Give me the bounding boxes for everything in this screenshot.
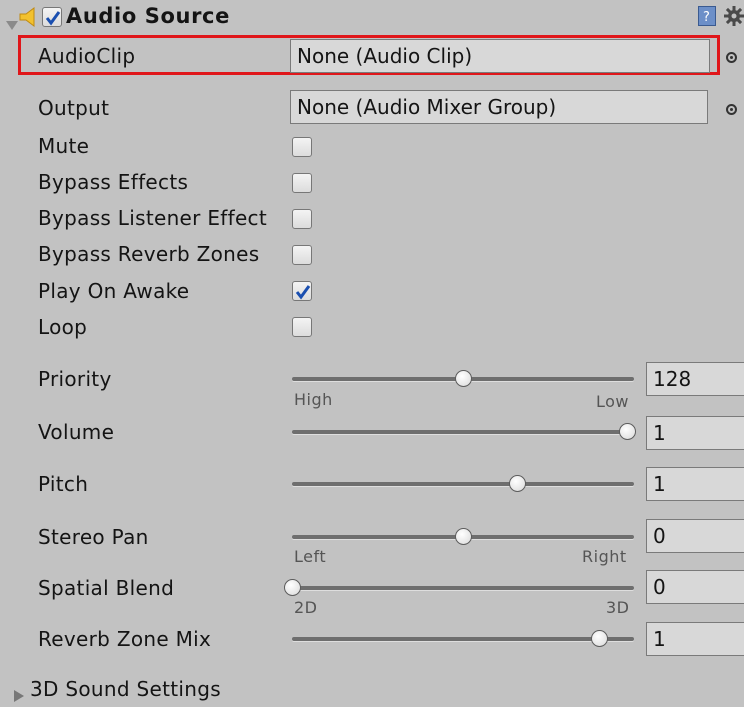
help-icon[interactable]: ? xyxy=(698,6,716,31)
output-field[interactable]: None (Audio Mixer Group) xyxy=(290,90,708,124)
audio-clip-label: AudioClip xyxy=(38,44,136,68)
reverb-zone-mix-slider-track[interactable] xyxy=(292,637,634,641)
stereo-pan-label: Stereo Pan xyxy=(38,525,149,549)
spatial-blend-max-label: 3D xyxy=(606,598,630,617)
bypass-listener-effects-label: Bypass Listener Effect xyxy=(38,206,267,230)
pitch-label: Pitch xyxy=(38,472,89,496)
stereo-pan-min-label: Left xyxy=(294,547,327,566)
play-on-awake-checkbox[interactable] xyxy=(292,281,312,301)
priority-max-label: Low xyxy=(596,392,630,411)
loop-label: Loop xyxy=(38,315,88,339)
bypass-reverb-zones-label: Bypass Reverb Zones xyxy=(38,242,260,266)
bypass-reverb-zones-checkbox[interactable] xyxy=(292,245,312,265)
bypass-effects-label: Bypass Effects xyxy=(38,170,189,194)
audio-clip-picker-icon[interactable] xyxy=(726,52,737,63)
mute-checkbox[interactable] xyxy=(292,137,312,157)
output-picker-icon[interactable] xyxy=(726,104,737,115)
spatial-blend-value-field[interactable]: 0 xyxy=(646,570,744,604)
svg-text:?: ? xyxy=(703,10,710,25)
3d-sound-settings-foldout[interactable]: 3D Sound Settings xyxy=(30,677,221,701)
pitch-slider-track[interactable] xyxy=(292,482,634,486)
bypass-listener-effects-checkbox[interactable] xyxy=(292,209,312,229)
volume-value-field[interactable]: 1 xyxy=(646,416,744,450)
spatial-blend-slider-track[interactable] xyxy=(292,586,634,590)
gear-icon[interactable] xyxy=(724,6,744,31)
priority-min-label: High xyxy=(294,390,333,409)
spatial-blend-slider-thumb[interactable] xyxy=(283,579,301,596)
checkmark-icon xyxy=(295,285,311,300)
reverb-zone-mix-value-field[interactable]: 1 xyxy=(646,622,744,656)
output-label: Output xyxy=(38,96,110,120)
priority-slider-thumb[interactable] xyxy=(454,370,472,387)
component-header: Audio Source ? xyxy=(0,0,744,34)
reverb-zone-mix-slider-thumb[interactable] xyxy=(591,630,609,647)
priority-label: Priority xyxy=(38,367,112,391)
bypass-effects-checkbox[interactable] xyxy=(292,173,312,193)
play-on-awake-label: Play On Awake xyxy=(38,279,190,303)
spatial-blend-label: Spatial Blend xyxy=(38,576,175,600)
pitch-slider-thumb[interactable] xyxy=(509,475,527,492)
volume-label: Volume xyxy=(38,420,115,444)
volume-slider-thumb[interactable] xyxy=(619,423,636,440)
stereo-pan-value-field[interactable]: 0 xyxy=(646,519,744,553)
stereo-pan-slider-thumb[interactable] xyxy=(454,528,472,545)
volume-slider-track[interactable] xyxy=(292,430,634,434)
stereo-pan-max-label: Right xyxy=(582,547,627,566)
pitch-value-field[interactable]: 1 xyxy=(646,467,744,501)
loop-checkbox[interactable] xyxy=(292,317,312,337)
audio-clip-field[interactable]: None (Audio Clip) xyxy=(290,39,710,73)
speaker-icon xyxy=(18,6,38,33)
component-title: Audio Source xyxy=(66,4,230,28)
spatial-blend-min-label: 2D xyxy=(294,598,318,617)
component-enabled-checkbox[interactable] xyxy=(42,7,62,27)
mute-label: Mute xyxy=(38,134,90,158)
reverb-zone-mix-label: Reverb Zone Mix xyxy=(38,627,212,651)
priority-value-field[interactable]: 128 xyxy=(646,362,744,396)
foldout-arrow-icon[interactable] xyxy=(14,683,24,707)
foldout-arrow-icon[interactable] xyxy=(6,12,18,36)
